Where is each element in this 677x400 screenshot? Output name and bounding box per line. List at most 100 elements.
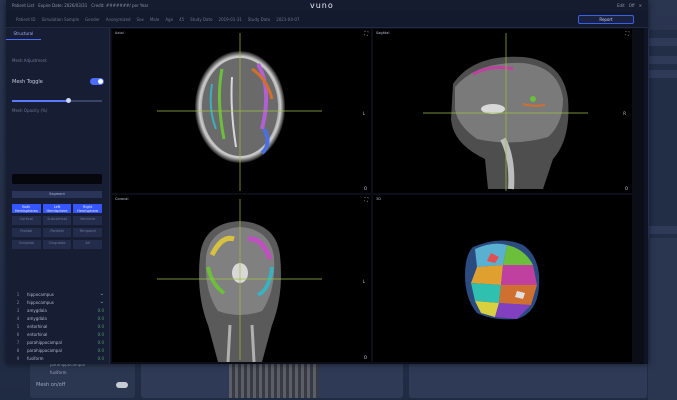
expand-icon[interactable]: ⛶ <box>364 197 368 203</box>
structure-row[interactable]: 3 amygdala 0.0 <box>12 306 104 314</box>
structure-row[interactable]: 6 entorhinal 0.0 <box>12 330 104 338</box>
close-icon[interactable]: ✕ <box>639 3 642 8</box>
region-button[interactable]: Occipital <box>12 240 41 249</box>
patient-info-bar: Patient ID Simulation Sample Gender Anon… <box>6 11 648 28</box>
viewport-sagittal[interactable]: Sagittal ⛶ R O <box>373 29 632 193</box>
field-label: Gender <box>85 17 100 22</box>
structure-index: 8 <box>16 347 20 353</box>
mesh-toggle-row: Mesh Toggle <box>12 78 104 86</box>
structure-row[interactable]: 8 parahippocampal 0.0 <box>12 346 104 354</box>
input-box[interactable] <box>12 174 102 184</box>
expand-icon[interactable]: ⛶ <box>364 31 368 37</box>
structure-row[interactable]: 7 parahippocampal 0.0 <box>12 338 104 346</box>
orientation-label: O <box>363 355 367 360</box>
opacity-slider[interactable] <box>12 98 102 103</box>
sidebar-tabs: Structural <box>6 28 110 40</box>
sagittal-image <box>423 33 588 191</box>
orientation-label: O <box>363 186 367 191</box>
chevron-down-icon[interactable]: ⌄ <box>92 291 104 297</box>
region-button[interactable]: All <box>73 240 102 249</box>
structure-index: 5 <box>16 323 20 329</box>
credit-info: Credit: #######/ per Year <box>91 3 149 8</box>
structure-name: hippocampus <box>27 291 54 297</box>
structure-index: 6 <box>16 331 20 337</box>
opacity-label: Mesh Opacity (%) <box>12 108 48 113</box>
viewport-axial[interactable]: Axial ⛶ L O <box>112 29 371 193</box>
field-value: 45 <box>179 17 185 22</box>
structure-value: 0.0 <box>97 355 104 361</box>
slider-fill <box>12 100 68 102</box>
structure-index: 1 <box>16 291 20 297</box>
viewport-title: Coronal <box>115 197 129 201</box>
structure-name: amygdala <box>27 315 47 321</box>
section-label: Mesh Adjustment <box>12 58 47 63</box>
tab-3[interactable] <box>75 28 110 40</box>
viewer-grid: Axial ⛶ L O Sagittal ⛶ R O Coronal ⛶ L O… <box>111 28 644 364</box>
field-label: Patient ID <box>16 17 36 22</box>
region-button[interactable]: Parietal <box>42 228 72 237</box>
region-button[interactable]: Cortical <box>12 216 41 225</box>
region-button-grid: Both Hemispheres Left Hemisphere Right Hem… <box>12 204 102 249</box>
background-toggle-label: Mesh on/off <box>36 382 66 388</box>
report-button[interactable]: Report <box>578 15 634 24</box>
structure-row[interactable]: 2 hippocampus ⌄ <box>12 298 104 306</box>
region-button[interactable]: Subcortical <box>42 216 72 225</box>
region-button[interactable]: Both Hemispheres <box>12 204 41 213</box>
orientation-label: O <box>624 186 628 191</box>
structure-value: 0.0 <box>97 331 104 337</box>
structure-row[interactable]: 1 hippocampus ⌄ <box>12 290 104 298</box>
background-list-item: fusiform <box>50 370 67 375</box>
app-window: Patient List Expire Date: 2026/03/31 Cre… <box>6 0 648 364</box>
off-button[interactable]: Off <box>629 3 635 8</box>
field-value: 2019-01-31 <box>218 17 242 22</box>
segment-button[interactable]: Segment <box>12 191 102 198</box>
structure-row[interactable]: 4 amygdala 0.0 <box>12 314 104 322</box>
field-value: Simulation Sample <box>41 17 80 22</box>
structure-name: parahippocampal <box>27 347 62 353</box>
tab-structural[interactable]: Structural <box>6 28 41 40</box>
structure-name: amygdala <box>27 307 47 313</box>
toggle-knob <box>98 79 103 84</box>
tab-2[interactable] <box>41 28 76 40</box>
structure-row[interactable]: 5 entorhinal 0.0 <box>12 322 104 330</box>
orientation-label: L <box>362 111 365 116</box>
3d-brain-render <box>465 240 540 320</box>
structure-name: hippocampus <box>27 299 54 305</box>
viewport-3d[interactable]: 3D <box>373 195 632 362</box>
background-spine-image <box>229 360 319 398</box>
background-right-panel <box>648 30 677 238</box>
structure-index: 3 <box>16 307 20 313</box>
expand-icon[interactable]: ⛶ <box>625 31 629 37</box>
mesh-toggle[interactable] <box>90 78 104 85</box>
structure-name: entorhinal <box>27 323 48 329</box>
chevron-down-icon[interactable]: ⌄ <box>92 299 104 305</box>
structure-value: 0.0 <box>97 323 104 329</box>
axial-image <box>157 33 322 191</box>
region-button[interactable]: Temporal <box>73 228 102 237</box>
orientation-label: R <box>623 111 626 116</box>
region-button[interactable]: Left Hemisphere <box>42 204 72 213</box>
background-toggle[interactable] <box>116 382 128 388</box>
coronal-image <box>157 199 322 362</box>
region-button[interactable]: Ventricle <box>73 216 102 225</box>
region-button[interactable]: Right Hemisphere <box>73 204 102 213</box>
region-button[interactable]: Frontal <box>12 228 41 237</box>
slider-thumb[interactable] <box>65 98 71 103</box>
structure-value: 0.0 <box>97 315 104 321</box>
orientation-label: L <box>362 279 365 284</box>
background-viewport <box>409 360 647 398</box>
field-value: 2021-04-07 <box>276 17 300 22</box>
patient-list-link[interactable]: Patient List <box>12 3 34 8</box>
expire-date: Expire Date: 2026/03/31 <box>38 3 88 8</box>
viewport-title: Axial <box>115 31 124 35</box>
field-label: Sex <box>136 17 144 22</box>
structure-value: 0.0 <box>97 307 104 313</box>
structure-row[interactable]: 9 fusiform 0.0 <box>12 354 104 362</box>
structure-list: 1 hippocampus ⌄ 2 hippocampus ⌄ 3 amygdala 0.0 4 a… <box>12 290 104 362</box>
edit-button[interactable]: Edit <box>617 3 625 8</box>
mesh-toggle-label: Mesh Toggle <box>12 79 43 85</box>
structure-name: entorhinal <box>27 331 48 337</box>
brand-logo: vuno <box>310 1 334 10</box>
viewport-coronal[interactable]: Coronal ⛶ L O <box>112 195 371 362</box>
region-button[interactable]: Cingulate <box>42 240 72 249</box>
